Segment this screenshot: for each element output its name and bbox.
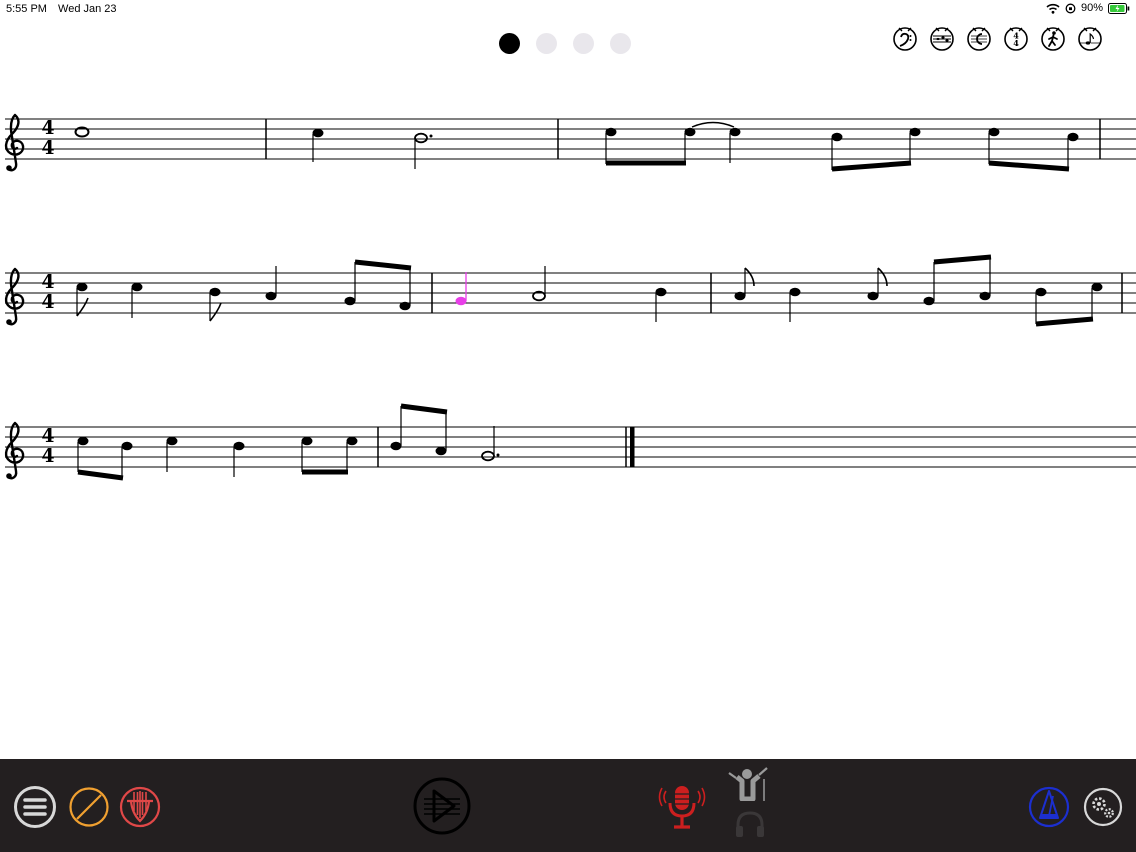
- staff-system-2: 4 4: [4, 254, 1136, 327]
- treble-clef-1: [4, 113, 25, 173]
- time-sig-top: 4: [41, 117, 54, 139]
- score[interactable]: 4 4 4 4 4 4: [0, 0, 1136, 759]
- treble-clef-3: [4, 421, 25, 480]
- time-sig-bottom-3: 4: [41, 445, 54, 467]
- tuner-icon[interactable]: [1027, 785, 1071, 829]
- notes-system-2: [76, 254, 1103, 327]
- notes-system-1: [74, 121, 1079, 172]
- menu-icon[interactable]: [13, 785, 57, 829]
- treble-clef-2: [4, 267, 25, 326]
- microphone-icon[interactable]: [658, 783, 706, 833]
- instrument-icon[interactable]: [118, 785, 162, 829]
- final-barline: [630, 427, 635, 467]
- play-button[interactable]: [412, 776, 472, 836]
- headphones-icon[interactable]: [733, 809, 767, 839]
- time-sig-bottom: 4: [41, 137, 54, 159]
- pencil-edit-icon[interactable]: [67, 785, 111, 829]
- bottom-toolbar: [0, 759, 1136, 852]
- conductor-icon[interactable]: [726, 765, 770, 801]
- staff-system-3: 4 4: [4, 403, 1136, 481]
- settings-gear-icon[interactable]: [1081, 785, 1125, 829]
- time-sig-top-2: 4: [41, 271, 54, 293]
- staff-system-1: 4 4: [4, 113, 1136, 173]
- time-sig-bottom-2: 4: [41, 291, 54, 313]
- time-sig-top-3: 4: [41, 425, 54, 447]
